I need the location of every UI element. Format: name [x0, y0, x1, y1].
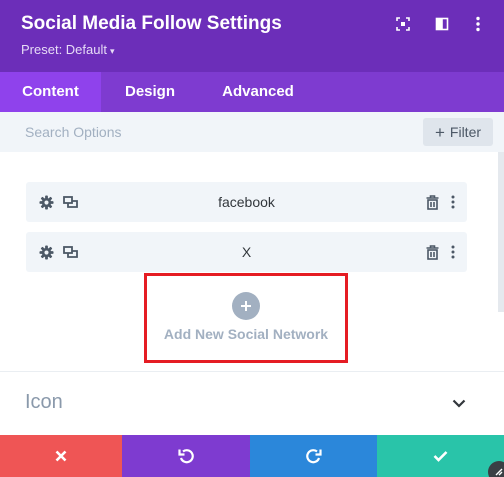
- section-title: Icon: [25, 391, 63, 413]
- modal-header: Social Media Follow Settings Preset: Def…: [0, 0, 504, 72]
- save-button[interactable]: [377, 435, 504, 477]
- tab-design[interactable]: Design: [101, 72, 199, 112]
- gear-icon[interactable]: [36, 192, 56, 212]
- filter-button[interactable]: + Filter: [423, 118, 493, 146]
- redo-icon: [305, 449, 322, 464]
- preset-selector[interactable]: Preset: Default ▾: [21, 42, 115, 57]
- undo-icon: [178, 449, 194, 464]
- network-label: facebook: [218, 194, 275, 210]
- modal-footer: [0, 435, 504, 477]
- more-vertical-icon[interactable]: [443, 242, 463, 262]
- scrollbar[interactable]: [498, 152, 504, 312]
- add-network-label[interactable]: Add New Social Network: [146, 326, 346, 342]
- chevron-down-icon: [450, 394, 468, 412]
- icon-section-toggle[interactable]: Icon: [0, 372, 504, 434]
- duplicate-icon[interactable]: [60, 242, 80, 262]
- plus-icon: +: [434, 122, 445, 142]
- more-vertical-icon[interactable]: [443, 192, 463, 212]
- split-view-icon[interactable]: [432, 14, 452, 34]
- social-network-item[interactable]: facebook: [26, 182, 467, 222]
- trash-icon[interactable]: [422, 192, 442, 212]
- trash-icon[interactable]: [422, 242, 442, 262]
- filter-label: Filter: [449, 124, 482, 140]
- check-icon: [433, 451, 448, 462]
- tab-content[interactable]: Content: [0, 72, 101, 112]
- tab-bar: Content Design Advanced: [0, 72, 504, 112]
- resize-icon: [495, 468, 503, 476]
- tab-advanced[interactable]: Advanced: [199, 72, 317, 112]
- more-vertical-icon[interactable]: [468, 14, 488, 34]
- preset-label: Preset: Default: [21, 42, 107, 57]
- plus-icon: [241, 301, 251, 311]
- redo-button[interactable]: [250, 435, 377, 477]
- add-network-button[interactable]: [232, 292, 260, 320]
- close-icon: [55, 450, 67, 462]
- search-input[interactable]: [15, 118, 410, 146]
- resize-handle[interactable]: [488, 461, 504, 477]
- caret-down-icon: ▾: [110, 46, 115, 56]
- social-network-item[interactable]: X: [26, 232, 467, 272]
- undo-button[interactable]: [122, 435, 250, 477]
- gear-icon[interactable]: [36, 242, 56, 262]
- duplicate-icon[interactable]: [60, 192, 80, 212]
- focus-icon[interactable]: [393, 14, 413, 34]
- modal-title: Social Media Follow Settings: [21, 13, 282, 34]
- network-label: X: [241, 244, 252, 260]
- discard-button[interactable]: [0, 435, 122, 477]
